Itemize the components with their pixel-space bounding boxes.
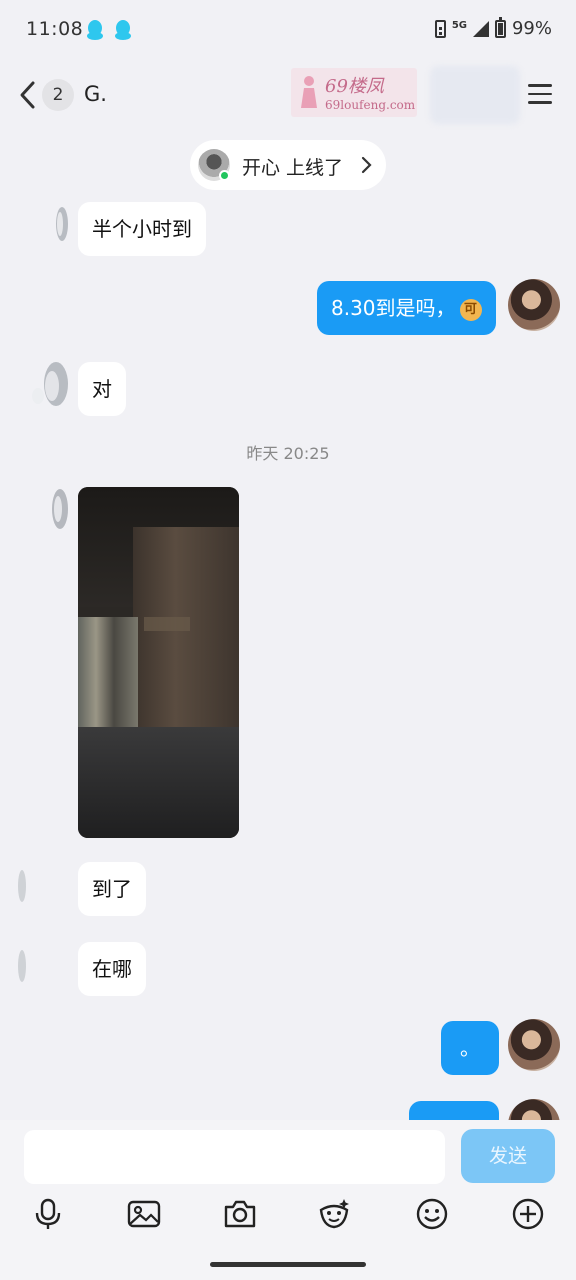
camera-icon[interactable] [222, 1196, 258, 1232]
contact-avatar[interactable] [14, 946, 34, 986]
composer-bar: 发送 [0, 1120, 576, 1280]
sticker-icon[interactable] [316, 1196, 352, 1232]
emoji-icon[interactable] [414, 1196, 450, 1232]
message-input[interactable] [24, 1130, 445, 1184]
qq-penguin-icon [87, 20, 103, 40]
time-divider: 昨天 20:25 [246, 444, 330, 463]
plus-icon[interactable] [510, 1196, 546, 1232]
status-time: 11:08 [26, 18, 84, 40]
image-message[interactable] [78, 487, 239, 838]
message-bubble-incoming[interactable]: 到了 [78, 862, 146, 916]
network-type: 5G [451, 19, 467, 31]
message-bubble-incoming[interactable]: 对 [78, 362, 126, 416]
watermark-figure-icon [301, 76, 317, 108]
watermark-title: 69楼凤 [325, 76, 384, 97]
send-button[interactable]: 发送 [461, 1129, 555, 1183]
home-indicator[interactable] [210, 1262, 366, 1267]
qq-penguin-icon [115, 20, 131, 40]
photo-floor [78, 727, 239, 838]
sim-card-icon [434, 19, 446, 38]
chat-header: 2 G. 69楼凤 69loufeng.com [0, 62, 576, 128]
status-bar: 11:08 5G 99% [0, 0, 576, 62]
contact-avatar[interactable] [26, 360, 74, 410]
watermark-url: 69loufeng.com [325, 98, 416, 112]
contact-avatar[interactable] [14, 866, 34, 906]
menu-icon[interactable] [528, 84, 552, 104]
watermark-logo: 69楼凤 69loufeng.com [291, 68, 417, 117]
online-notice-text: 开心 上线了 [242, 157, 344, 179]
unread-count-badge[interactable]: 2 [42, 79, 74, 111]
online-notice-pill[interactable]: 开心 上线了 [190, 140, 386, 190]
my-avatar[interactable] [508, 1019, 560, 1071]
blurred-region [430, 66, 520, 124]
back-arrow-icon[interactable] [16, 78, 40, 112]
chevron-right-icon [361, 156, 372, 174]
signal-icon [472, 20, 489, 37]
smile-emoji-icon: 可 [459, 298, 482, 321]
microphone-icon[interactable] [30, 1196, 66, 1232]
photo-wall-sign [144, 617, 190, 631]
online-status-dot [219, 170, 230, 181]
battery-level: 99% [511, 18, 552, 39]
message-bubble-incoming[interactable]: 在哪 [78, 942, 146, 996]
my-avatar[interactable] [508, 279, 560, 331]
chat-title[interactable]: G. [84, 82, 107, 106]
message-bubble-outgoing[interactable]: 。 [441, 1021, 499, 1075]
photo-glass-door [78, 617, 138, 727]
message-bubble-incoming[interactable]: 半个小时到 [78, 202, 206, 256]
image-icon[interactable] [126, 1196, 162, 1232]
message-bubble-outgoing[interactable]: 8.30到是吗，可 [317, 281, 496, 335]
status-indicators: 5G 99% [434, 16, 552, 39]
battery-icon [494, 16, 506, 38]
message-text: 8.30到是吗， [331, 296, 456, 320]
